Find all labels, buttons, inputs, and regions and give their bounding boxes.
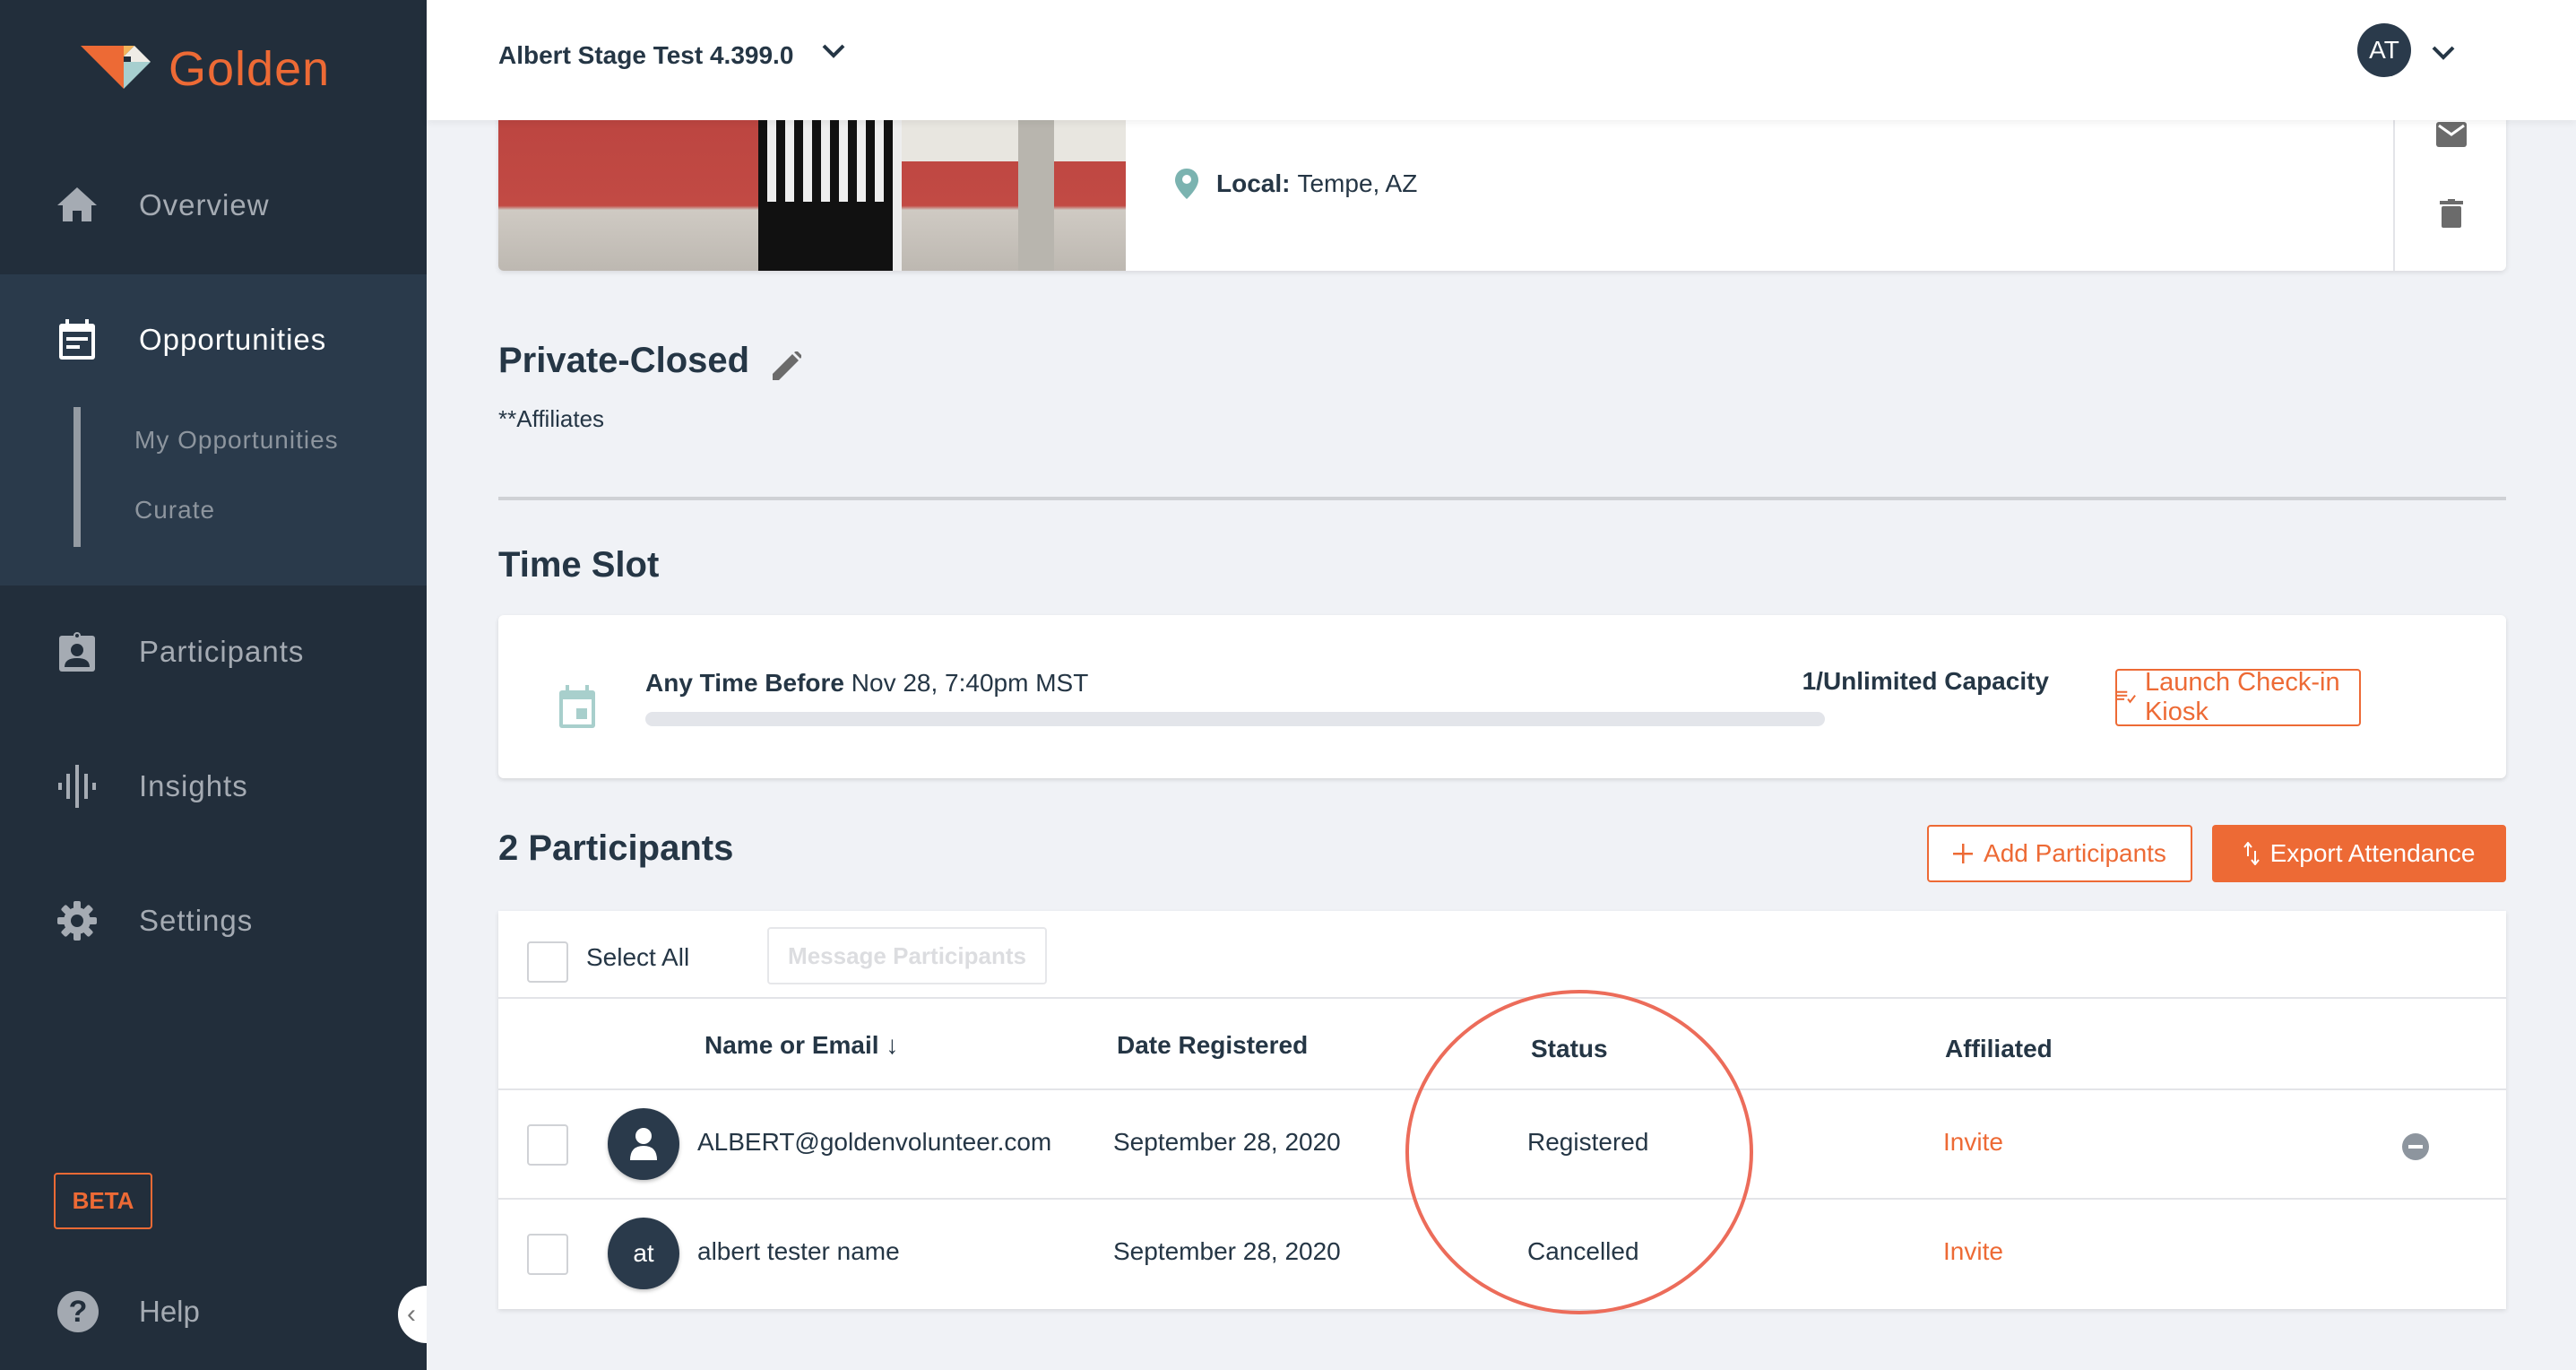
calendar-icon [558, 685, 597, 733]
sidebar-item-label: Overview [139, 188, 270, 221]
chevron-down-icon[interactable] [821, 43, 846, 64]
add-participants-button[interactable]: Add Participants [1927, 825, 2192, 882]
waveform-icon [57, 765, 97, 808]
beta-badge: BETA [54, 1173, 152, 1229]
message-participants-button[interactable]: Message Participants [767, 927, 1047, 984]
time-slot-label: Any Time Before [645, 669, 844, 697]
help-icon: ? [57, 1291, 99, 1332]
location-pin-icon [1175, 169, 1198, 199]
home-icon [57, 186, 97, 225]
sidebar-item-overview[interactable]: Overview [0, 138, 427, 273]
export-attendance-label: Export Attendance [2269, 839, 2476, 867]
submenu-indicator [73, 407, 81, 547]
time-slot-datetime: Any Time Before Nov 28, 7:40pm MST [645, 669, 1088, 698]
checklist-icon [2117, 690, 2136, 704]
column-header-name[interactable]: Name or Email ↓ [705, 1031, 898, 1060]
avatar: at [608, 1218, 679, 1289]
sidebar-item-label: Participants [139, 635, 305, 668]
launch-check-in-kiosk-button[interactable]: Launch Check-in Kiosk [2115, 668, 2361, 726]
badge-person-icon [57, 632, 97, 672]
collapse-sidebar-button[interactable]: ‹ [398, 1286, 427, 1343]
sidebar-item-label: Insights [139, 769, 248, 802]
remove-circle-icon[interactable] [2402, 1133, 2429, 1160]
logo[interactable]: Golden [81, 41, 330, 97]
kiosk-button-label: Launch Check-in Kiosk [2144, 668, 2340, 726]
avatar [608, 1108, 679, 1180]
invite-link[interactable]: Invite [1943, 1237, 2003, 1266]
location-label: Local: [1216, 169, 1291, 197]
mail-icon[interactable] [2436, 122, 2467, 147]
time-slot-card: Any Time Before Nov 28, 7:40pm MST 1/Unl… [498, 615, 2506, 778]
sidebar-item-help[interactable]: ? Help [0, 1264, 427, 1363]
trash-icon[interactable] [2440, 199, 2463, 228]
participant-status: Registered [1527, 1128, 1649, 1156]
participant-status: Cancelled [1527, 1237, 1639, 1265]
participant-date: September 28, 2020 [1113, 1237, 1341, 1265]
sidebar-item-participants[interactable]: Participants [0, 585, 427, 719]
chevron-down-icon[interactable] [2431, 45, 2456, 65]
select-all-checkbox[interactable] [527, 941, 568, 983]
table-row: at albert tester name September 28, 2020… [498, 1200, 2506, 1309]
sort-arrow-icon: ↓ [886, 1031, 899, 1059]
capacity-progress-bar [645, 712, 1825, 726]
sidebar-item-opportunities[interactable]: Opportunities [0, 273, 427, 407]
table-toolbar: Select All Message Participants [498, 911, 2506, 999]
participant-date: September 28, 2020 [1113, 1128, 1341, 1156]
person-icon [630, 1128, 657, 1160]
location-value: Tempe, AZ [1297, 169, 1418, 197]
column-header-date[interactable]: Date Registered [1117, 1031, 1308, 1060]
sidebar-item-label: Opportunities [139, 323, 327, 356]
add-participants-label: Add Participants [1984, 839, 2166, 867]
row-checkbox[interactable] [527, 1234, 568, 1275]
chevron-left-icon: ‹ [407, 1299, 416, 1329]
calendar-note-icon [57, 319, 97, 360]
participants-heading: 2 Participants [498, 828, 734, 868]
plus-icon [1953, 844, 1974, 863]
brand-name: Golden [169, 42, 331, 96]
user-avatar[interactable]: AT [2357, 23, 2411, 77]
sidebar-item-label: Settings [139, 904, 254, 937]
invite-link[interactable]: Invite [1943, 1128, 2003, 1157]
gear-icon [57, 901, 97, 941]
participant-name[interactable]: ALBERT@goldenvolunteer.com [697, 1128, 1051, 1157]
top-header: Albert Stage Test 4.399.0 AT [427, 0, 2576, 120]
export-attendance-button[interactable]: Export Attendance [2212, 825, 2506, 882]
capacity-label: 1/Unlimited Capacity [1802, 667, 2049, 695]
event-location: Local: Tempe, AZ [1175, 169, 1417, 199]
golden-logo-icon [81, 46, 151, 89]
table-header: Name or Email ↓ Date Registered Status A… [498, 999, 2506, 1090]
sidebar-subitem-curate[interactable]: Curate [134, 496, 215, 525]
sidebar: Golden Overview Opportunities My Opportu… [0, 0, 427, 1370]
opportunity-subtitle: **Affiliates [498, 405, 605, 432]
select-all-label[interactable]: Select All [586, 943, 689, 972]
row-checkbox[interactable] [527, 1124, 568, 1166]
pencil-icon[interactable] [773, 351, 802, 385]
sidebar-item-label: Help [139, 1295, 200, 1328]
time-slot-date: Nov 28, 7:40pm MST [851, 669, 1089, 697]
section-divider [498, 497, 2506, 500]
sidebar-item-insights[interactable]: Insights [0, 719, 427, 854]
participant-name[interactable]: albert tester name [697, 1237, 900, 1266]
org-switcher-label[interactable]: Albert Stage Test 4.399.0 [498, 41, 793, 70]
column-header-status[interactable]: Status [1531, 1035, 1608, 1063]
table-row: ALBERT@goldenvolunteer.com September 28,… [498, 1090, 2506, 1200]
participants-table: Select All Message Participants Name or … [498, 911, 2506, 1309]
sort-arrows-icon [2243, 842, 2260, 865]
column-header-affiliated[interactable]: Affiliated [1945, 1035, 2053, 1063]
time-slot-heading: Time Slot [498, 545, 660, 585]
sidebar-item-settings[interactable]: Settings [0, 854, 427, 988]
sidebar-subitem-my-opportunities[interactable]: My Opportunities [134, 426, 339, 455]
opportunity-title: Private-Closed [498, 341, 750, 380]
